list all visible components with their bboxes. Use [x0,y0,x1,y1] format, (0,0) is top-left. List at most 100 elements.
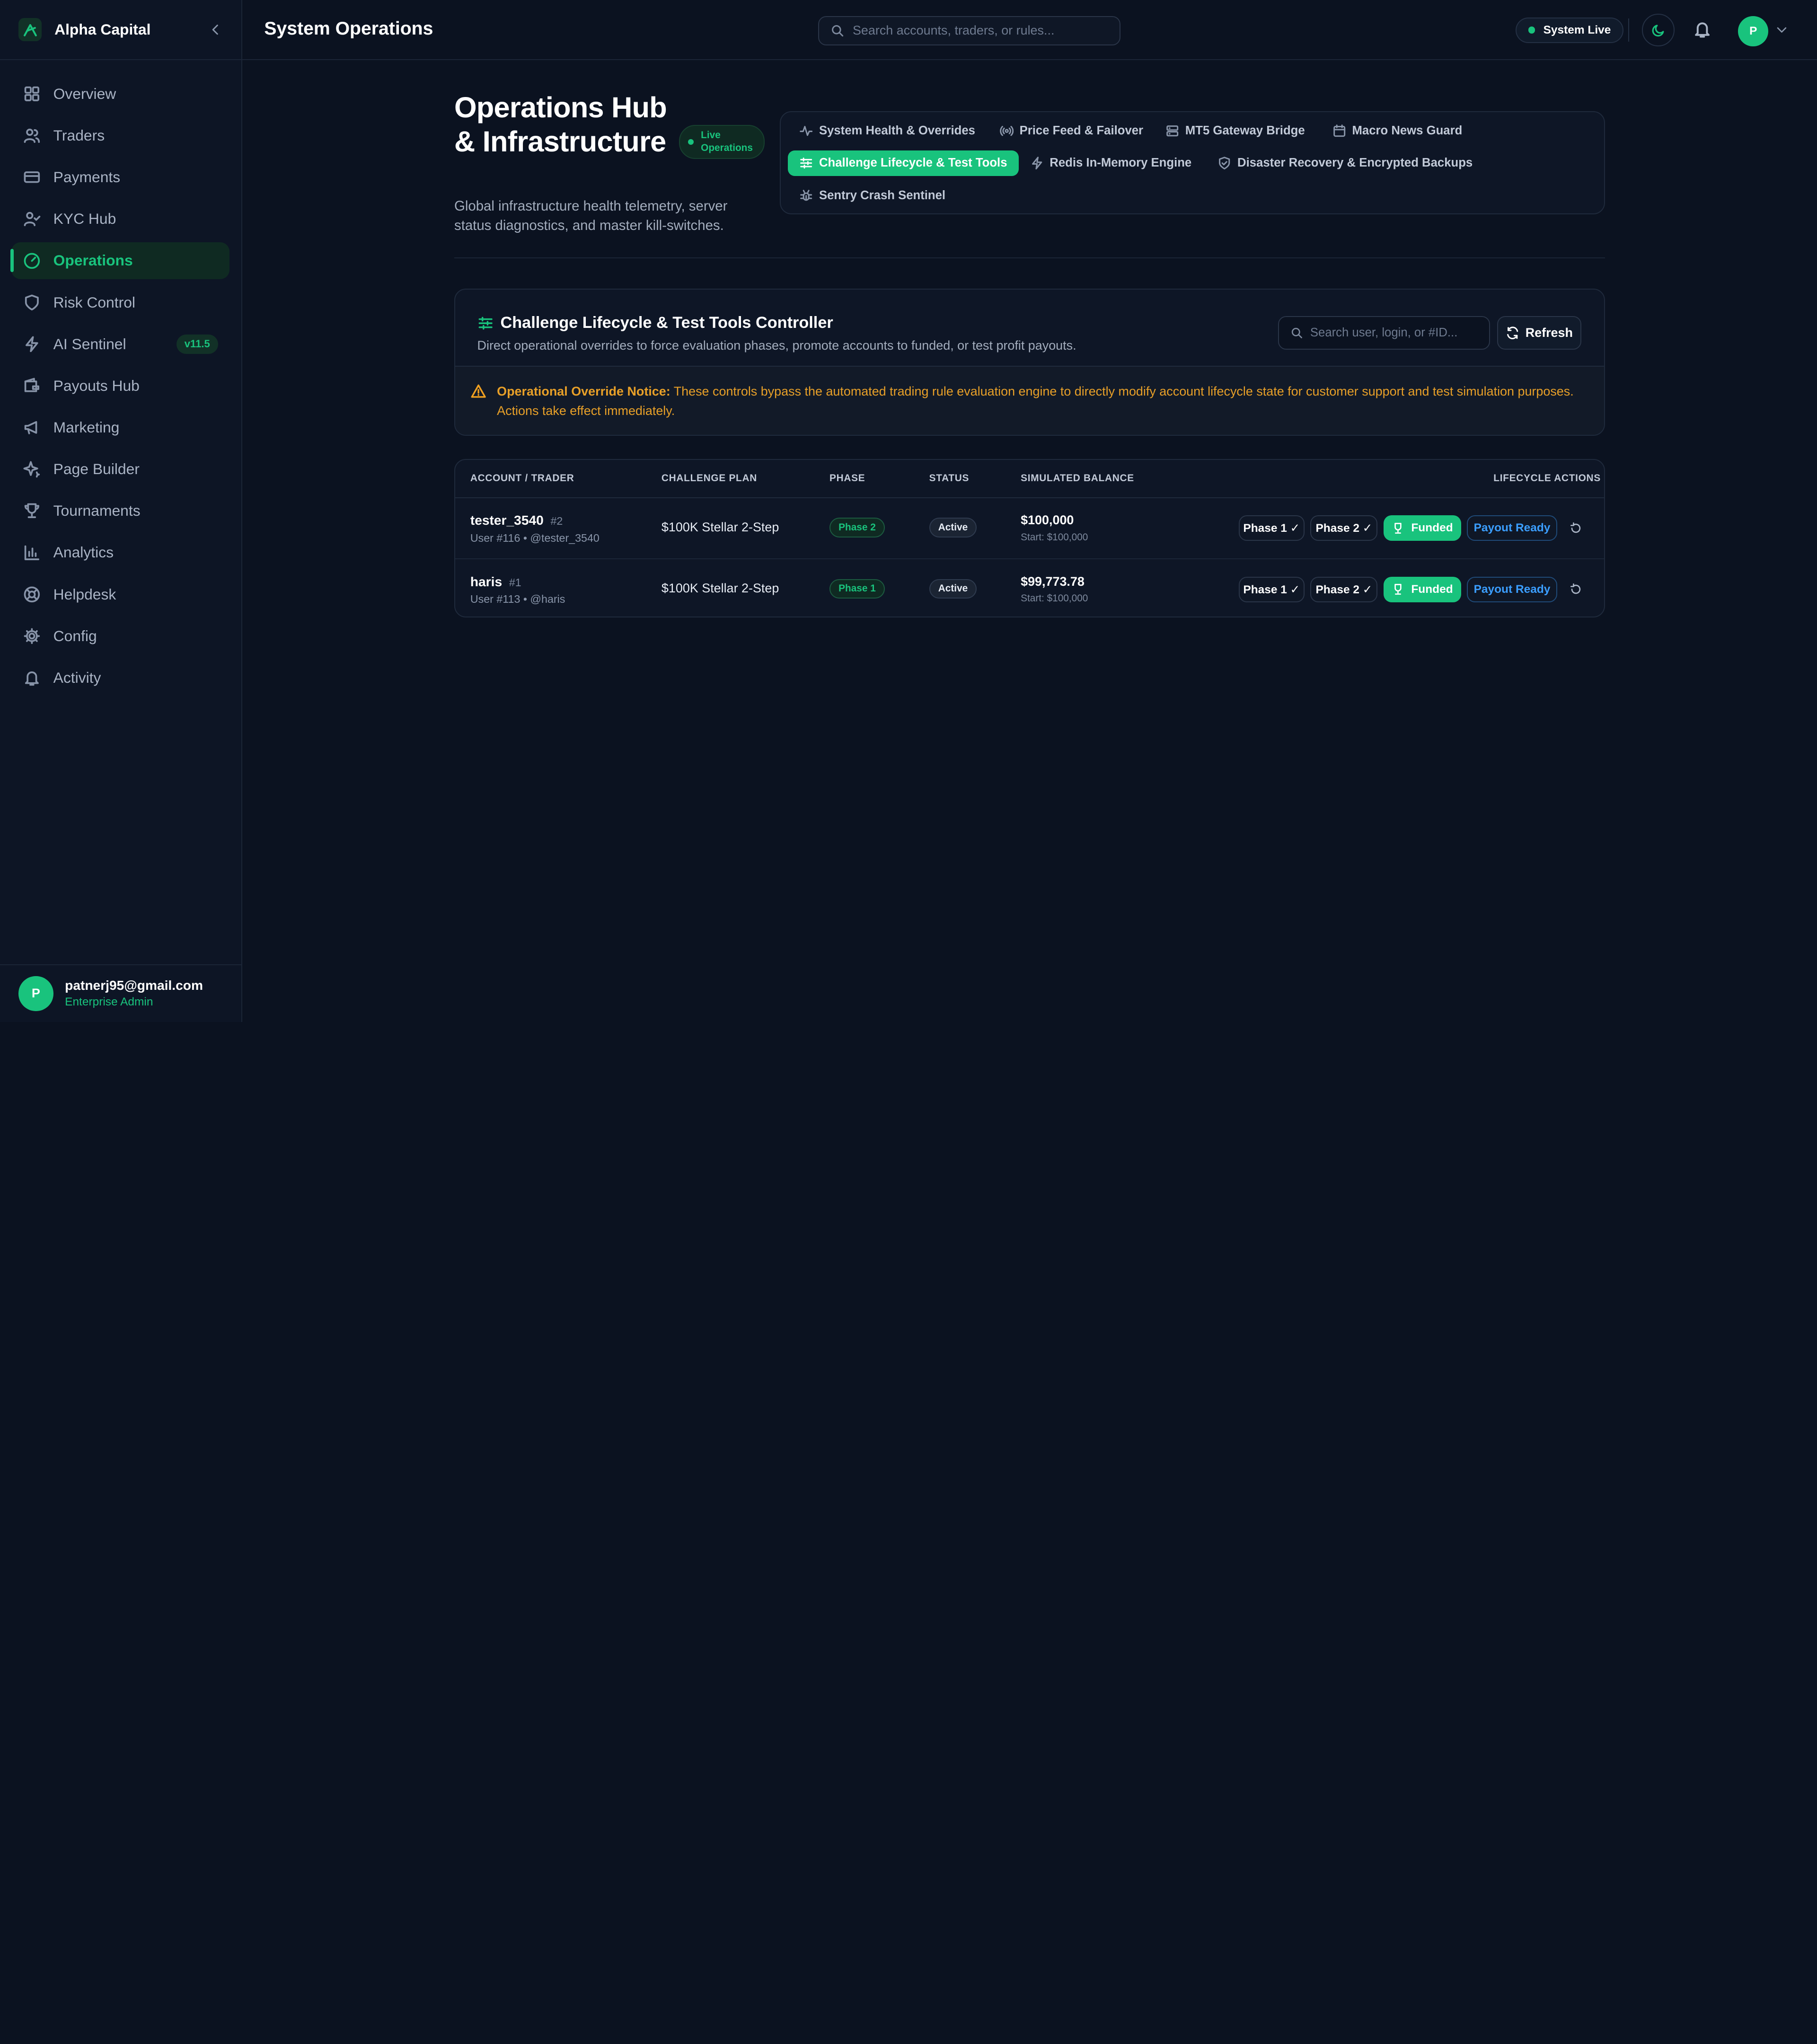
reset-button[interactable] [1565,577,1586,602]
tab-mt5-gateway[interactable]: MT5 Gateway Bridge [1154,118,1316,143]
accounts-table: ACCOUNT / TRADER CHALLENGE PLAN PHASE ST… [454,458,1605,618]
lifecycle-controller-card: Challenge Lifecycle & Test Tools Control… [454,288,1605,436]
sidebar-item-label: Risk Control [53,293,135,311]
tab-challenge-lifecycle[interactable]: Challenge Lifecycle & Test Tools [787,150,1019,176]
bar-chart-icon [23,544,41,562]
sidebar-item-label: Payments [53,168,121,186]
simulated-balance: $99,773.78 [1021,574,1085,589]
bug-icon [799,189,819,203]
moon-icon [1651,23,1666,38]
trader-username: tester_3540 [470,513,544,528]
funded-label: Funded [1411,521,1453,535]
sidebar-item-kyc-hub[interactable]: KYC Hub [11,201,229,238]
trader-name: tester_3540 #2 [470,513,563,528]
avatar[interactable]: P [1738,16,1769,46]
sidebar-item-label: Config [53,627,97,644]
tab-disaster-recovery[interactable]: Disaster Recovery & Encrypted Backups [1206,150,1484,176]
notifications-button[interactable] [1693,20,1711,38]
sidebar-item-page-builder[interactable]: Page Builder [11,450,229,487]
megaphone-icon [23,419,41,436]
sparkle-icon [23,460,41,478]
brand-name: Alpha Capital [54,21,151,38]
user-email: patnerj95@gmail.com [65,978,203,993]
live-operations-label: Live Operations [701,130,753,153]
account-search[interactable] [1278,316,1490,350]
table-header: ACCOUNT / TRADER CHALLENGE PLAN PHASE ST… [455,460,1604,498]
tab-redis[interactable]: Redis In-Memory Engine [1018,150,1203,176]
sidebar-item-config[interactable]: Config [11,617,229,654]
sidebar: Alpha Capital Overview Traders Payments … [0,0,242,1022]
sliders-icon [477,315,494,331]
sidebar-item-marketing[interactable]: Marketing [11,409,229,446]
challenge-plan: $100K Stellar 2-Step [661,581,779,596]
trophy-icon [1392,522,1411,535]
tab-system-health[interactable]: System Health & Overrides [788,118,987,143]
refresh-button[interactable]: Refresh [1497,316,1582,350]
notice-title: Operational Override Notice: [497,384,670,399]
refresh-icon [1506,326,1526,340]
payout-ready-button[interactable]: Payout Ready [1466,515,1557,541]
theme-toggle-button[interactable] [1642,14,1675,46]
trophy-icon [1392,583,1411,596]
payout-ready-button[interactable]: Payout Ready [1466,576,1557,602]
sidebar-item-traders[interactable]: Traders [11,117,229,154]
sidebar-item-risk-control[interactable]: Risk Control [11,284,229,321]
reset-button[interactable] [1565,515,1586,541]
divider [1628,18,1630,42]
notice-text: Operational Override Notice: These contr… [497,382,1586,420]
page-title: System Operations [264,18,433,39]
column-header-status: STATUS [929,472,970,484]
warning-icon [470,383,486,399]
user-check-icon [23,210,41,228]
collapse-sidebar-icon[interactable] [209,23,222,36]
sidebar-item-helpdesk[interactable]: Helpdesk [11,576,229,613]
bell-icon [23,669,41,687]
phase-1-pass-button[interactable]: Phase 1 ✓ [1238,576,1305,602]
brand-logo[interactable] [18,18,42,42]
controller-title: Challenge Lifecycle & Test Tools Control… [500,314,833,332]
column-header-actions: LIFECYCLE ACTIONS [1493,472,1601,484]
funded-button[interactable]: Funded [1383,576,1461,602]
trophy-icon [23,502,41,520]
sidebar-item-label: Traders [53,126,105,144]
zap-icon [1030,156,1050,170]
chevron-down-icon[interactable] [1775,23,1788,36]
sidebar-item-activity[interactable]: Activity [11,659,229,696]
sidebar-item-tournaments[interactable]: Tournaments [11,493,229,529]
sidebar-item-payments[interactable]: Payments [11,159,229,195]
tab-price-feed[interactable]: Price Feed & Failover [988,118,1155,143]
phase-2-pass-button[interactable]: Phase 2 ✓ [1310,576,1378,602]
sidebar-nav: Overview Traders Payments KYC Hub Operat… [0,60,241,696]
global-search[interactable] [818,16,1121,45]
sidebar-item-label: Tournaments [53,502,141,520]
column-header-balance: SIMULATED BALANCE [1021,472,1134,484]
sidebar-item-label: Page Builder [53,460,140,478]
wallet-icon [23,377,41,395]
sidebar-user[interactable]: P patnerj95@gmail.com Enterprise Admin [0,964,242,1022]
tab-sentry[interactable]: Sentry Crash Sentinel [788,183,957,208]
starting-balance: Start: $100,000 [1021,592,1088,604]
section-divider [454,257,1605,259]
funded-button[interactable]: Funded [1383,515,1461,541]
system-status-label: System Live [1543,23,1611,36]
live-operations-badge: Live Operations [679,125,765,159]
phase-badge: Phase 2 [829,518,885,537]
system-status-badge: System Live [1516,17,1623,43]
search-input[interactable] [852,23,1108,38]
radio-icon [1000,124,1020,138]
sidebar-item-payouts-hub[interactable]: Payouts Hub [11,367,229,404]
phase-1-pass-button[interactable]: Phase 1 ✓ [1238,515,1305,541]
sidebar-item-ai-sentinel[interactable]: AI Sentinel v11.5 [11,326,229,362]
refresh-label: Refresh [1525,326,1573,340]
hero-subtitle: Global infrastructure health telemetry, … [454,198,728,233]
status-badge: Active [929,518,977,537]
sidebar-item-label: Analytics [53,544,114,561]
tab-macro-news[interactable]: Macro News Guard [1321,118,1473,143]
activity-icon [799,124,819,138]
table-row: tester_3540 #2 User #116 • @tester_3540 $… [455,498,1604,557]
sidebar-item-operations[interactable]: Operations [10,242,230,280]
phase-2-pass-button[interactable]: Phase 2 ✓ [1310,515,1378,541]
sidebar-item-overview[interactable]: Overview [11,75,229,112]
sidebar-item-analytics[interactable]: Analytics [11,534,229,571]
account-search-input[interactable] [1310,326,1484,340]
